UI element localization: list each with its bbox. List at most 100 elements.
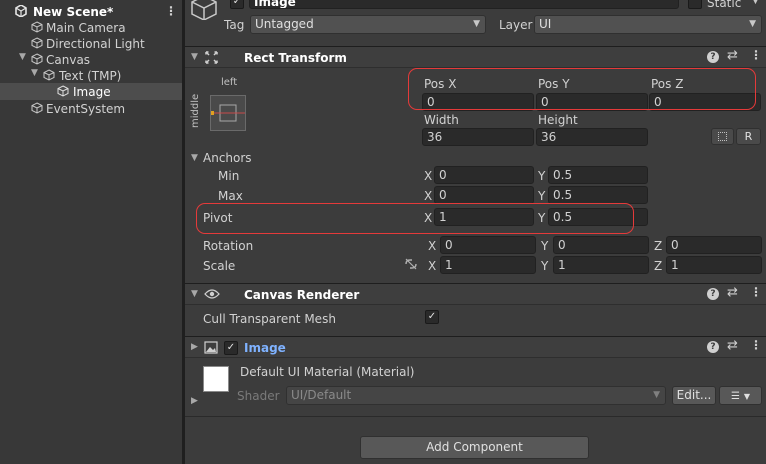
scale-z-field[interactable]: 1: [666, 256, 762, 274]
max-x-field[interactable]: 0: [434, 186, 534, 204]
image-component-icon: [204, 341, 218, 357]
tag-dropdown[interactable]: Untagged ▼: [250, 15, 486, 34]
cull-transparent-mesh-label: Cull Transparent Mesh: [203, 312, 336, 326]
width-field[interactable]: 36: [422, 128, 534, 146]
anchors-label: Anchors: [203, 151, 252, 165]
scale-y-label: Y: [541, 259, 549, 273]
canvas-renderer-header[interactable]: ▼ Canvas Renderer ? ⇄ ⋮: [185, 283, 766, 305]
gameobject-icon: [31, 37, 43, 49]
rot-x-label: X: [428, 239, 437, 253]
shader-label: Shader: [237, 389, 280, 403]
anchor-preset-side-label: middle: [190, 93, 201, 128]
add-component-button[interactable]: Add Component: [360, 436, 589, 459]
hierarchy-item-image-selected[interactable]: Image: [0, 83, 182, 100]
active-checkbox[interactable]: ✓: [230, 0, 244, 9]
min-y-field[interactable]: 0.5: [548, 166, 648, 184]
hierarchy-item-text-tmp[interactable]: ▼ Text (TMP): [0, 67, 182, 83]
rot-z-value: 0: [671, 238, 679, 252]
shader-value: UI/Default: [291, 388, 352, 402]
hierarchy-item-main-camera[interactable]: Main Camera: [0, 19, 182, 35]
edit-shader-button[interactable]: Edit...: [672, 386, 716, 405]
hierarchy-item-label: EventSystem: [46, 102, 126, 116]
layer-dropdown[interactable]: UI ▼: [534, 15, 762, 34]
gameobject-icon: [43, 69, 55, 81]
min-y-label: Y: [538, 169, 546, 183]
eye-icon: [204, 288, 220, 303]
fold-arrow-icon[interactable]: ▼: [191, 52, 198, 62]
hierarchy-item-directional-light[interactable]: Directional Light: [0, 35, 182, 51]
context-menu-icon[interactable]: ⋮: [750, 285, 762, 299]
max-y-field[interactable]: 0.5: [548, 186, 648, 204]
object-name-field[interactable]: Image: [249, 0, 679, 9]
gameobject-icon: [31, 21, 43, 33]
scene-name: New Scene*: [33, 5, 114, 19]
fold-arrow-icon[interactable]: ▶: [191, 342, 198, 352]
scale-y-field[interactable]: 1: [553, 256, 649, 274]
scale-z-value: 1: [671, 258, 679, 272]
context-menu-icon[interactable]: ⋮: [750, 48, 762, 62]
scale-x-field[interactable]: 1: [440, 256, 536, 274]
scale-x-label: X: [428, 259, 437, 273]
edit-shader-label: Edit...: [676, 388, 712, 402]
material-preview[interactable]: [203, 366, 229, 392]
rotation-label: Rotation: [203, 239, 254, 253]
expand-arrow-icon[interactable]: ▼: [31, 68, 38, 78]
tag-label: Tag: [224, 18, 245, 32]
shader-list-button[interactable]: ☰ ▼: [719, 386, 762, 405]
fold-arrow-icon[interactable]: ▼: [191, 289, 198, 299]
scale-y-value: 1: [558, 258, 566, 272]
raw-edit-button[interactable]: R: [736, 128, 761, 145]
rot-z-field[interactable]: 0: [666, 236, 762, 254]
blueprint-icon: [718, 132, 727, 141]
hierarchy-panel: New Scene* ⋮ Main Camera Directional Lig…: [0, 0, 182, 464]
rect-transform-icon: [205, 51, 218, 67]
material-fold-arrow-icon[interactable]: ▶: [191, 396, 198, 406]
hierarchy-item-label: Main Camera: [46, 21, 126, 35]
scene-header[interactable]: New Scene* ⋮: [0, 2, 182, 20]
cull-transparent-mesh-checkbox[interactable]: ✓: [425, 310, 439, 324]
static-checkbox[interactable]: [688, 0, 702, 9]
preset-icon[interactable]: ⇄: [727, 338, 738, 353]
rect-transform-title: Rect Transform: [244, 51, 347, 65]
preset-icon[interactable]: ⇄: [727, 285, 738, 300]
context-menu-icon[interactable]: ⋮: [750, 338, 762, 352]
help-icon[interactable]: ?: [707, 51, 719, 63]
rect-transform-header[interactable]: ▼ Rect Transform ? ⇄ ⋮: [185, 46, 766, 68]
rot-x-value: 0: [445, 238, 453, 252]
tag-value: Untagged: [255, 17, 314, 31]
max-y-label: Y: [538, 189, 546, 203]
hierarchy-item-eventsystem[interactable]: EventSystem: [0, 100, 182, 116]
chevron-down-icon: ▼: [749, 19, 756, 29]
height-field[interactable]: 36: [536, 128, 648, 146]
blueprint-mode-button[interactable]: [711, 128, 734, 145]
rot-y-field[interactable]: 0: [553, 236, 649, 254]
chevron-down-icon: ▼: [473, 19, 480, 29]
max-x-label: X: [424, 189, 433, 203]
image-component-header[interactable]: ▶ ✓ Image ? ⇄ ⋮: [185, 336, 766, 358]
max-y-value: 0.5: [553, 188, 573, 202]
preset-icon[interactable]: ⇄: [727, 48, 738, 63]
constrain-proportions-icon[interactable]: [404, 258, 418, 273]
rot-x-field[interactable]: 0: [440, 236, 536, 254]
help-icon[interactable]: ?: [707, 341, 719, 353]
material-name: Default UI Material (Material): [240, 365, 415, 379]
scene-menu-icon[interactable]: ⋮: [165, 4, 177, 18]
add-component-label: Add Component: [426, 440, 523, 454]
static-label: Static: [707, 0, 742, 10]
help-icon[interactable]: ?: [707, 288, 719, 300]
gameobject-icon: [31, 53, 43, 65]
image-enabled-checkbox[interactable]: ✓: [224, 341, 238, 355]
static-dropdown-icon[interactable]: ▼: [752, 0, 759, 6]
anchor-preset-top-label: left: [221, 77, 238, 88]
hierarchy-item-label: Text (TMP): [59, 69, 122, 83]
expand-arrow-icon[interactable]: ▼: [19, 52, 26, 62]
min-x-field[interactable]: 0: [434, 166, 534, 184]
hierarchy-item-label: Canvas: [46, 53, 91, 67]
min-label: Min: [218, 169, 240, 183]
anchors-fold-arrow-icon[interactable]: ▼: [191, 153, 198, 163]
hierarchy-item-label: Directional Light: [46, 37, 145, 51]
pivot-highlight-box: [196, 203, 634, 234]
shader-dropdown[interactable]: UI/Default ▼: [286, 386, 666, 405]
anchor-preset-button[interactable]: [210, 95, 246, 131]
hierarchy-item-canvas[interactable]: ▼ Canvas: [0, 51, 182, 67]
